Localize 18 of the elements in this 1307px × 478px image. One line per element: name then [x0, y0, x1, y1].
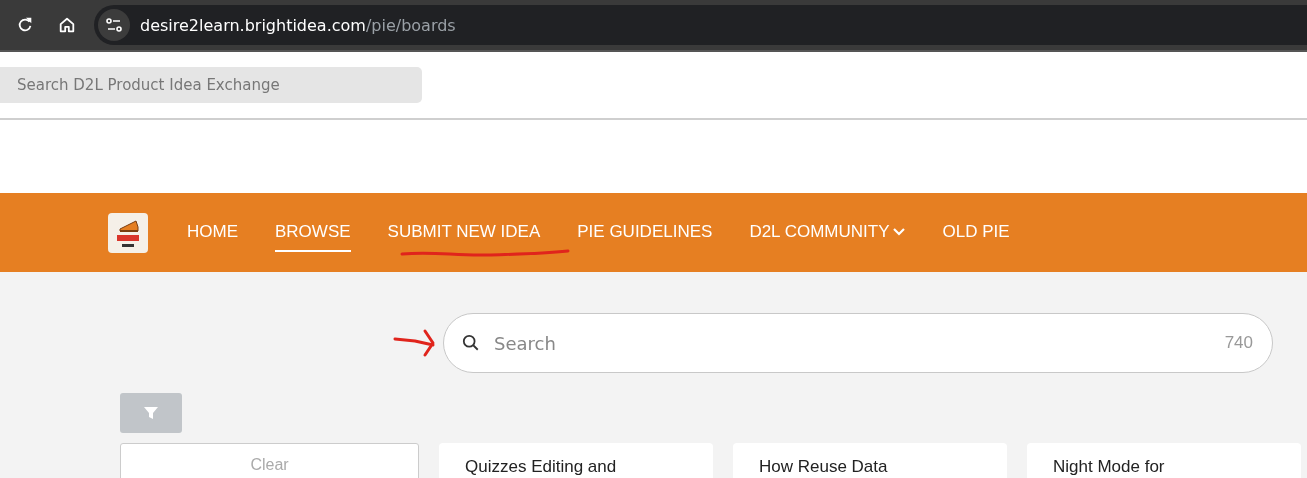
idea-card[interactable]: Night Mode for — [1027, 443, 1301, 478]
result-count: 740 — [1224, 333, 1253, 353]
search-field[interactable]: Search D2L Product Idea Exchange — [0, 67, 422, 103]
idea-title[interactable]: Quizzes Editing and — [465, 457, 617, 476]
idea-card[interactable]: How Reuse Data — [733, 443, 1007, 478]
chevron-down-icon — [893, 227, 906, 236]
search-icon — [462, 334, 480, 352]
arrow-mark — [393, 327, 437, 359]
filter-icon — [143, 405, 159, 421]
home-icon[interactable] — [58, 16, 76, 34]
idea-title[interactable]: Night Mode for — [1053, 457, 1165, 476]
url-text: desire2learn.brightidea.com/pie/boards — [140, 15, 456, 35]
pie-logo-icon[interactable] — [108, 212, 148, 253]
address-bar[interactable]: desire2learn.brightidea.com/pie/boards — [94, 5, 1307, 45]
site-settings-icon[interactable] — [98, 9, 130, 41]
idea-title[interactable]: How Reuse Data — [759, 457, 888, 476]
reload-icon[interactable] — [16, 16, 34, 34]
idea-card[interactable]: Quizzes Editing and — [439, 443, 713, 478]
